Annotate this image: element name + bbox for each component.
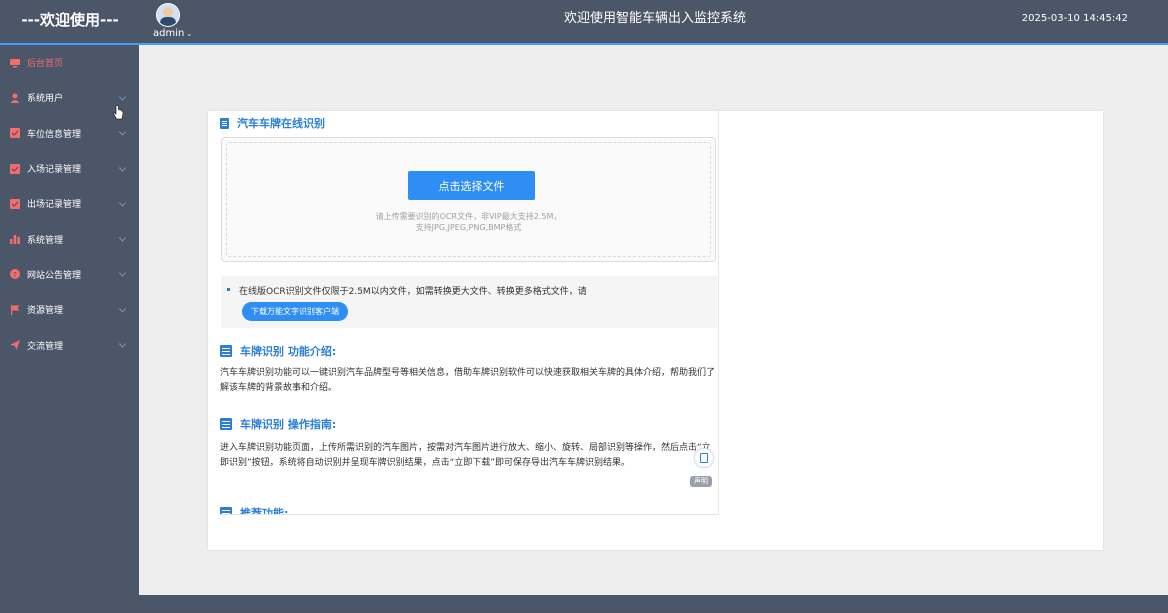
sidebar-item-dashboard[interactable]: 后台首页 [0, 45, 139, 80]
sidebar: 后台首页 系统用户 车位信息管理 入场记录管理 出场记录管理 系统管理 ? 网站… [0, 45, 139, 613]
upload-hint-line2: 支持JPG,JPEG,PNG,BMP格式 [415, 223, 522, 232]
chevron-down-icon [118, 305, 127, 313]
intro-heading-text: 车牌识别 功能介绍: [240, 345, 337, 358]
guide-paragraph: 进入车牌识别功能页面，上传所需识别的汽车图片，按需对汽车图片进行放大、缩小、旋转… [220, 443, 711, 468]
bar-chart-icon [10, 235, 20, 245]
footer-bar [139, 595, 1168, 613]
sidebar-item-label: 入场记录管理 [27, 165, 82, 176]
chevron-down-icon [118, 199, 127, 207]
send-icon [10, 340, 20, 351]
guide-heading-text: 车牌识别 操作指南: [240, 418, 337, 431]
chevron-down-icon [118, 163, 127, 172]
user-menu[interactable]: admin ⌄ [153, 27, 192, 41]
clipboard-icon [220, 418, 232, 430]
recommend-heading: 推荐功能: [220, 505, 289, 515]
tip-text: 在线版OCR识别文件仅限于2.5M以内文件，如需转换更大文件、转换更多格式文件，… [239, 287, 587, 297]
chevron-down-icon: ⌄ [186, 30, 193, 38]
sidebar-item-label: 资源管理 [27, 306, 64, 317]
ocr-section-title: 汽车车牌在线识别 [220, 115, 325, 131]
question-circle-icon: ? [10, 269, 20, 280]
bullet-dot [227, 288, 230, 291]
sidebar-item-label: 交流管理 [27, 341, 64, 352]
avatar-head [163, 7, 173, 17]
top-header: ---欢迎使用--- admin ⌄ 欢迎使用智能车辆出入监控系统 2025-03… [0, 0, 1168, 45]
avatar-body [160, 17, 176, 26]
sidebar-item-entry-records[interactable]: 入场记录管理 [0, 151, 139, 186]
ocr-embedded-page[interactable]: 汽车车牌在线识别 点击选择文件 请上传需要识别的OCR文件，非VIP最大支持2.… [220, 111, 719, 515]
hand-cursor-icon [113, 105, 124, 120]
upload-hint-line1: 请上传需要识别的OCR文件，非VIP最大支持2.5M， [375, 212, 562, 221]
chevron-down-icon [118, 128, 127, 136]
sidebar-item-label: 网站公告管理 [27, 270, 82, 281]
chevron-down-icon [118, 234, 127, 242]
document-icon [220, 117, 229, 129]
check-square-icon [10, 128, 20, 139]
sidebar-item-label: 系统管理 [27, 235, 64, 246]
system-title: 欢迎使用智能车辆出入监控系统 [563, 11, 746, 26]
current-datetime: 2025-03-10 14:45:42 [1021, 13, 1128, 24]
brand-title: ---欢迎使用--- [21, 11, 119, 29]
guide-heading: 车牌识别 操作指南: [220, 416, 336, 432]
sidebar-item-exit-records[interactable]: 出场记录管理 [0, 186, 139, 221]
chevron-down-icon [118, 269, 127, 277]
ocr-tip-box: 在线版OCR识别文件仅限于2.5M以内文件，如需转换更大文件、转换更多格式文件，… [221, 276, 717, 328]
user-icon [10, 93, 20, 103]
username: admin [153, 28, 185, 39]
sidebar-item-label: 车位信息管理 [27, 129, 82, 140]
info-card-icon [220, 345, 232, 357]
sidebar-item-resources[interactable]: 资源管理 [0, 292, 139, 327]
flag-icon [11, 304, 20, 315]
star-icon [220, 507, 232, 514]
chevron-down-icon [118, 93, 127, 101]
sidebar-item-communication[interactable]: 交流管理 [0, 327, 139, 362]
monitor-icon [10, 58, 20, 68]
svg-text:?: ? [13, 271, 17, 279]
ocr-section-title-text: 汽车车牌在线识别 [237, 117, 325, 130]
intro-heading: 车牌识别 功能介绍: [220, 343, 336, 359]
choose-file-button[interactable]: 点击选择文件 [408, 171, 535, 200]
ocr-panel: 汽车车牌在线识别 点击选择文件 请上传需要识别的OCR文件，非VIP最大支持2.… [208, 111, 1103, 550]
sidebar-item-announcements[interactable]: ? 网站公告管理 [0, 257, 139, 292]
check-square-icon [10, 163, 20, 174]
sidebar-item-label: 系统用户 [27, 94, 64, 105]
statement-float[interactable]: 声明 [690, 448, 716, 493]
intro-paragraph: 汽车车牌识别功能可以一键识别汽车品牌型号等相关信息，借助车牌识别软件可以快速获取… [220, 368, 716, 393]
recommend-heading-text: 推荐功能: [240, 507, 289, 515]
sidebar-item-label: 出场记录管理 [27, 200, 82, 211]
statement-tag[interactable]: 声明 [690, 476, 712, 487]
upload-dropzone[interactable]: 点击选择文件 请上传需要识别的OCR文件，非VIP最大支持2.5M， 支持JPG… [226, 142, 711, 257]
sidebar-item-label: 后台首页 [27, 59, 64, 70]
sidebar-item-system-management[interactable]: 系统管理 [0, 221, 139, 256]
download-client-button[interactable]: 下载万能文字识别客户端 [242, 302, 348, 321]
check-square-icon [10, 198, 20, 209]
clipboard-icon[interactable] [694, 448, 714, 468]
chevron-down-icon [118, 340, 127, 348]
avatar[interactable] [156, 3, 180, 27]
upload-area[interactable]: 点击选择文件 请上传需要识别的OCR文件，非VIP最大支持2.5M， 支持JPG… [221, 137, 716, 262]
